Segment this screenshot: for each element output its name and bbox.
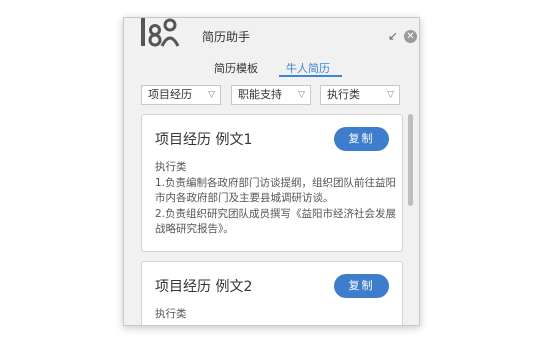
resume-assistant-panel: 简历助手 ↙ ✕ 简历模板 牛人简历 项目经历 ▽ 职能支持 ▽ 执行类 ▽ 项… — [123, 17, 420, 326]
tab-bar: 简历模板 牛人简历 — [124, 58, 419, 78]
section-type-value: 项目经历 — [148, 88, 192, 101]
role-category-select[interactable]: 执行类 ▽ — [320, 85, 400, 105]
card-line: 市内各政府部门及主要县城调研访谈。 — [155, 192, 334, 204]
job-function-select[interactable]: 职能支持 ▽ — [231, 85, 311, 105]
scrollbar[interactable] — [407, 114, 414, 324]
card-line: 执行类 — [155, 308, 187, 320]
card-line: 执行类 — [155, 161, 187, 173]
filter-row: 项目经历 ▽ 职能支持 ▽ 执行类 ▽ — [124, 85, 419, 107]
close-icon[interactable]: ✕ — [404, 30, 417, 43]
job-function-value: 职能支持 — [238, 88, 282, 101]
panel-header: 简历助手 ↙ ✕ — [124, 18, 419, 56]
copy-button[interactable]: 复制 — [334, 274, 389, 298]
active-tab-underline — [279, 75, 342, 77]
card-body: 执行类 — [155, 307, 395, 323]
card-line: 2.负责组织研究团队成员撰写《益阳市经济社会发展 — [155, 207, 397, 220]
shrink-arrow-icon[interactable]: ↙ — [386, 29, 400, 43]
example-card: 项目经历 例文1 复制 执行类 1.负责编制各政府部门访谈提纲，组织团队前往益阳… — [141, 114, 403, 252]
tab-expert-resumes[interactable]: 牛人简历 — [286, 60, 330, 76]
scrollbar-thumb[interactable] — [408, 114, 413, 206]
card-title: 项目经历 例文2 — [155, 279, 253, 295]
card-body: 执行类 1.负责编制各政府部门访谈提纲，组织团队前往益阳 市内各政府部门及主要县… — [155, 160, 397, 238]
section-type-select[interactable]: 项目经历 ▽ — [141, 85, 221, 105]
app-title: 简历助手 — [202, 30, 251, 44]
copy-button[interactable]: 复制 — [334, 127, 389, 151]
card-line: 战略研究报告》。 — [155, 223, 234, 235]
chevron-down-icon: ▽ — [387, 90, 394, 100]
chevron-down-icon: ▽ — [208, 90, 215, 100]
tab-resume-templates[interactable]: 简历模板 — [214, 60, 258, 76]
app-logo-icon — [141, 18, 180, 47]
role-category-value: 执行类 — [327, 88, 360, 101]
card-line: 1.负责编制各政府部门访谈提纲，组织团队前往益阳 — [155, 176, 397, 189]
card-title: 项目经历 例文1 — [155, 132, 253, 148]
example-card: 项目经历 例文2 复制 执行类 — [141, 261, 403, 325]
chevron-down-icon: ▽ — [298, 90, 305, 100]
